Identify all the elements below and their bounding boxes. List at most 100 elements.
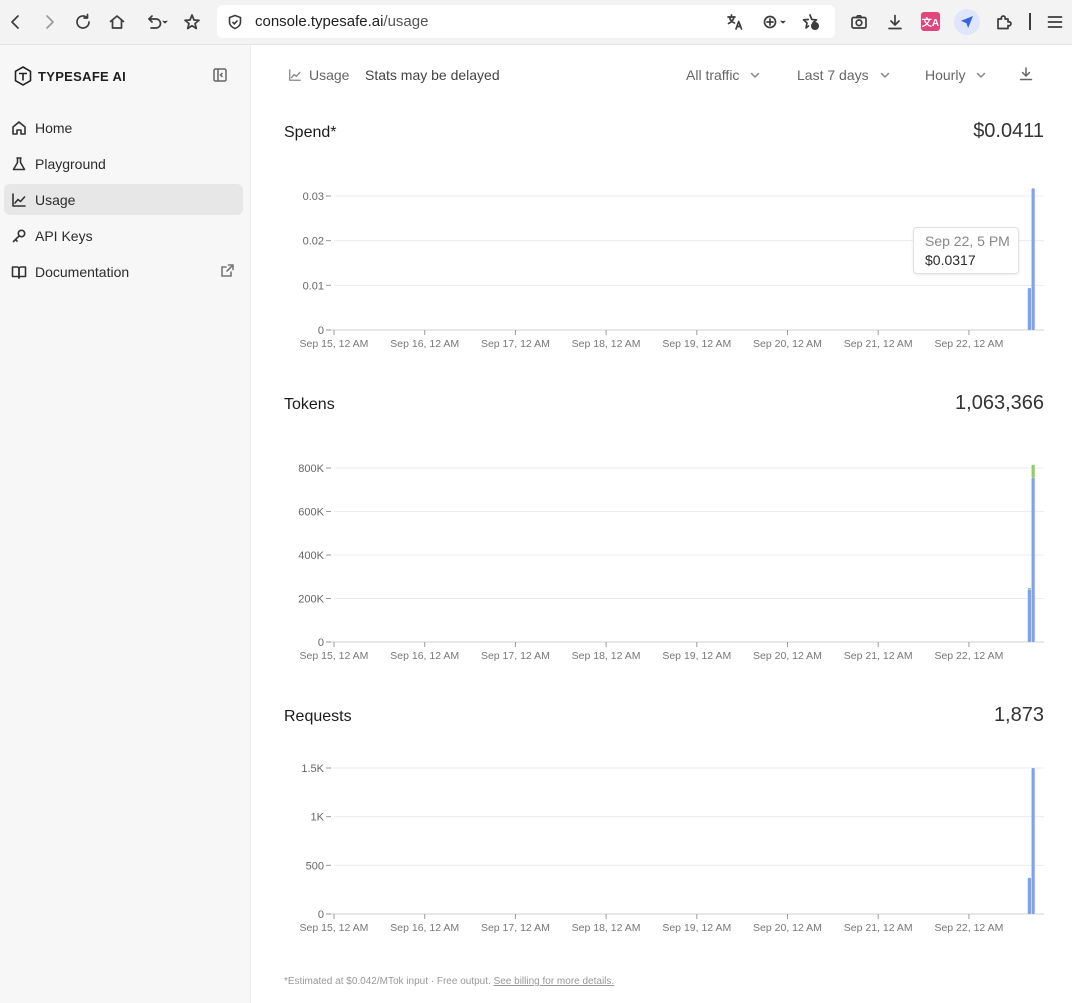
brand-name: TYPESAFE AI	[38, 68, 127, 84]
x-tick-label: Sep 20, 12 AM	[753, 338, 822, 350]
y-tick-label: 500	[306, 860, 324, 872]
x-tick-label: Sep 18, 12 AM	[572, 338, 641, 350]
chevron-down-icon	[751, 72, 760, 78]
spend-title: Spend*	[284, 124, 337, 141]
brand[interactable]: TYPESAFE AI	[12, 65, 126, 87]
x-tick-label: Sep 15, 12 AM	[300, 338, 369, 350]
y-tick-label: 400K	[298, 550, 324, 562]
granularity-dropdown[interactable]: Hourly	[925, 67, 987, 83]
sidebar-item-usage[interactable]: Usage	[4, 184, 243, 215]
x-tick-label: Sep 15, 12 AM	[300, 922, 369, 934]
export-download-button[interactable]	[1018, 66, 1034, 82]
screenshot-icon[interactable]	[846, 9, 872, 35]
y-tick-label: 0	[318, 637, 324, 649]
menu-icon[interactable]	[1042, 9, 1068, 35]
x-tick-label: Sep 15, 12 AM	[300, 650, 369, 662]
translate-icon[interactable]	[722, 9, 748, 35]
usage-header: Usage Stats may be delayed All traffic L…	[252, 45, 1072, 105]
sidebar-item-api-keys[interactable]: API Keys	[4, 220, 243, 251]
url-text[interactable]: console.typesafe.ai/usage	[255, 13, 428, 30]
chart-tooltip: Sep 22, 5 PM $0.0317	[913, 227, 1019, 274]
x-tick-label: Sep 21, 12 AM	[844, 922, 913, 934]
bookmark-star-icon[interactable]	[179, 9, 205, 35]
footnote-text: *Estimated at $0.042/MTok input · Free o…	[284, 976, 494, 987]
y-tick-label: 1K	[311, 812, 325, 824]
forward-icon[interactable]	[36, 9, 62, 35]
sidebar-item-label: Documentation	[35, 263, 130, 280]
key-icon	[10, 227, 28, 245]
undo-icon[interactable]	[140, 9, 172, 35]
sidebar-collapse-icon[interactable]	[212, 67, 230, 85]
bar-input	[1027, 589, 1031, 642]
tokens-title: Tokens	[284, 396, 335, 413]
url-host: console.typesafe.ai	[255, 13, 384, 30]
tokens-total: 1,063,366	[955, 392, 1044, 414]
url-path: /usage	[383, 13, 429, 30]
book-icon	[10, 263, 28, 281]
requests-total: 1,873	[993, 704, 1044, 726]
tooltip-value: $0.0317	[925, 252, 976, 268]
x-tick-label: Sep 19, 12 AM	[662, 338, 731, 350]
x-tick-label: Sep 19, 12 AM	[662, 922, 731, 934]
sidebar-item-label: Usage	[35, 191, 76, 208]
sidebar-item-label: Playground	[35, 155, 106, 172]
home-browser-icon[interactable]	[104, 9, 130, 35]
reload-icon[interactable]	[70, 9, 96, 35]
traffic-filter-value: All traffic	[686, 67, 740, 83]
favorites-add-icon[interactable]	[798, 9, 824, 35]
sidebar-item-documentation[interactable]: Documentation	[4, 256, 243, 287]
back-icon[interactable]	[3, 9, 29, 35]
stats-delay-note: Stats may be delayed	[365, 67, 500, 83]
x-tick-label: Sep 22, 12 AM	[934, 922, 1003, 934]
toolbar-divider	[1029, 13, 1031, 30]
y-tick-label: 0.02	[303, 236, 324, 248]
x-tick-label: Sep 21, 12 AM	[844, 338, 913, 350]
x-tick-label: Sep 18, 12 AM	[572, 922, 641, 934]
extensions-icon[interactable]	[991, 9, 1017, 35]
tokens-chart[interactable]: 0 200K 400K 600K 800K Sep 15, 12 AM Sep 16, 12…	[284, 432, 1044, 672]
sidebar-item-label: Home	[35, 119, 73, 136]
y-tick-label: 0	[318, 909, 324, 921]
sidebar-item-playground[interactable]: Playground	[4, 148, 243, 179]
x-tick-label: Sep 22, 12 AM	[934, 338, 1003, 350]
home-icon	[10, 119, 28, 137]
download-icon	[1019, 67, 1033, 81]
sidebar: TYPESAFE AI Home Playground Usage API Ke…	[0, 45, 251, 1003]
y-tick-label: 0.01	[303, 280, 324, 292]
translate-extension-icon[interactable]: 文A	[921, 12, 940, 31]
billing-link[interactable]: See billing for more details.	[494, 976, 615, 987]
sidebar-item-label: API Keys	[35, 227, 93, 244]
x-tick-label: Sep 19, 12 AM	[662, 650, 731, 662]
bar-input	[1031, 768, 1035, 914]
traffic-filter-dropdown[interactable]: All traffic	[686, 67, 761, 83]
bar-output	[1027, 588, 1031, 590]
tracking-protection-icon[interactable]	[758, 9, 790, 35]
x-tick-label: Sep 17, 12 AM	[481, 922, 550, 934]
flask-icon	[10, 155, 28, 173]
usage-section-label: Usage	[288, 67, 349, 83]
chart-line-icon	[10, 191, 28, 209]
browser-toolbar: console.typesafe.ai/usage 文A	[0, 0, 1072, 45]
bar-output	[1031, 464, 1035, 478]
requests-chart[interactable]: 0 500 1K 1.5K Sep 15, 12 AM Sep 16, 12 AM Sep …	[284, 744, 1044, 944]
x-tick-label: Sep 20, 12 AM	[753, 650, 822, 662]
granularity-value: Hourly	[925, 67, 966, 83]
x-tick-label: Sep 16, 12 AM	[390, 338, 459, 350]
y-tick-label: 1.5K	[301, 763, 324, 775]
tooltip-time: Sep 22, 5 PM	[925, 233, 1010, 249]
usage-section-title: Usage	[309, 67, 350, 83]
chevron-down-icon	[977, 72, 986, 78]
extension-bird-icon[interactable]	[954, 9, 980, 35]
sidebar-nav: Home Playground Usage API Keys Documenta…	[4, 112, 243, 292]
x-tick-label: Sep 17, 12 AM	[481, 338, 550, 350]
shield-icon[interactable]	[225, 12, 245, 32]
x-tick-label: Sep 18, 12 AM	[572, 650, 641, 662]
bar-input	[1031, 477, 1035, 642]
range-filter-dropdown[interactable]: Last 7 days	[797, 67, 891, 83]
download-icon[interactable]	[882, 9, 908, 35]
bar-input	[1031, 188, 1035, 330]
x-tick-label: Sep 20, 12 AM	[753, 922, 822, 934]
sidebar-item-home[interactable]: Home	[4, 112, 243, 143]
bar-input	[1027, 877, 1031, 914]
y-tick-label: 800K	[298, 463, 324, 475]
